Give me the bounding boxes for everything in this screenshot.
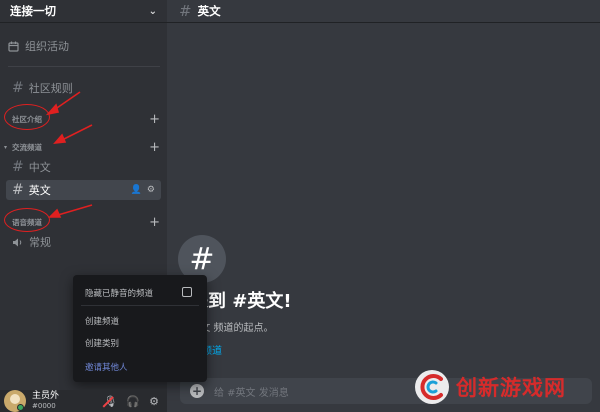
add-attachment-icon[interactable]: + bbox=[190, 384, 204, 398]
category-label: 交流频道 bbox=[12, 142, 42, 152]
hash-icon: # bbox=[12, 182, 24, 198]
channel-label: 英文 bbox=[28, 184, 51, 197]
category-label: 社区介绍 bbox=[12, 114, 42, 124]
chevron-down-icon: ⌄ bbox=[148, 5, 157, 17]
message-placeholder: 给 #英文 发消息 bbox=[214, 387, 289, 399]
add-member-icon[interactable]: 👤 bbox=[131, 185, 142, 195]
online-status-dot bbox=[17, 404, 24, 411]
channel-label: 中文 bbox=[28, 161, 51, 174]
gear-icon[interactable]: ⚙ bbox=[149, 395, 159, 408]
user-tools: 🎙 🎧 ⚙ bbox=[103, 395, 159, 408]
hash-icon: # bbox=[179, 2, 192, 20]
menu-item-hide-muted[interactable]: 隐藏已静音的频道 bbox=[85, 287, 153, 299]
sidebar-divider bbox=[8, 66, 160, 67]
category-community-intro[interactable]: 社区介绍 + bbox=[4, 112, 160, 127]
hash-icon: # bbox=[189, 241, 215, 277]
hash-icon: # bbox=[12, 80, 24, 96]
speaker-icon bbox=[13, 238, 22, 246]
channel-label: 社区规则 bbox=[28, 82, 73, 95]
username: 主员外 bbox=[32, 391, 60, 401]
channel-label: 常规 bbox=[29, 236, 51, 249]
user-info: 主员外 #0000 bbox=[32, 391, 59, 411]
mic-muted-icon[interactable]: 🎙 bbox=[103, 395, 117, 408]
category-label: 语音频道 bbox=[12, 217, 42, 227]
category-voice[interactable]: 语音频道 + bbox=[4, 215, 160, 230]
channel-topbar: # 英文 bbox=[167, 0, 600, 23]
channel-english[interactable]: # 英文 👤 ⚙ bbox=[6, 180, 161, 200]
menu-item-invite[interactable]: 邀请其他人 bbox=[85, 361, 128, 373]
server-name: 连接一切 bbox=[10, 4, 56, 18]
gear-icon[interactable]: ⚙ bbox=[147, 185, 155, 195]
hide-muted-checkbox[interactable] bbox=[182, 287, 192, 297]
topbar-channel-name: 英文 bbox=[197, 4, 221, 18]
add-channel-icon[interactable]: + bbox=[149, 140, 160, 155]
events-label: 组织活动 bbox=[25, 40, 69, 53]
headphones-icon[interactable]: 🎧 bbox=[126, 395, 140, 408]
context-menu: 隐藏已静音的频道 创建频道 创建类别 邀请其他人 bbox=[73, 275, 207, 382]
server-header[interactable]: 连接一切 ⌄ bbox=[0, 0, 167, 23]
category-exchange[interactable]: ▾ 交流频道 + bbox=[4, 140, 160, 155]
add-channel-icon[interactable]: + bbox=[149, 112, 160, 127]
menu-item-create-category[interactable]: 创建类别 bbox=[85, 337, 119, 349]
user-panel: 主员外 #0000 🎙 🎧 ⚙ bbox=[0, 390, 167, 412]
channel-rules[interactable]: # 社区规则 bbox=[6, 78, 161, 98]
calendar-icon bbox=[8, 41, 19, 52]
add-channel-icon[interactable]: + bbox=[149, 215, 160, 230]
user-tag: #0000 bbox=[32, 402, 56, 410]
watermark-text: 创新游戏网 bbox=[456, 376, 566, 400]
channel-chinese[interactable]: # 中文 bbox=[6, 157, 161, 177]
menu-separator bbox=[81, 305, 199, 306]
channel-voice-general[interactable]: 常规 bbox=[6, 232, 161, 252]
watermark: 创新游戏网 bbox=[412, 367, 566, 407]
events-item[interactable]: 组织活动 bbox=[8, 38, 69, 54]
menu-item-create-channel[interactable]: 创建频道 bbox=[85, 315, 119, 327]
channel-tools: 👤 ⚙ bbox=[131, 185, 155, 195]
watermark-logo bbox=[415, 370, 449, 404]
caret-down-icon: ▾ bbox=[4, 143, 8, 151]
hash-icon: # bbox=[12, 159, 24, 175]
